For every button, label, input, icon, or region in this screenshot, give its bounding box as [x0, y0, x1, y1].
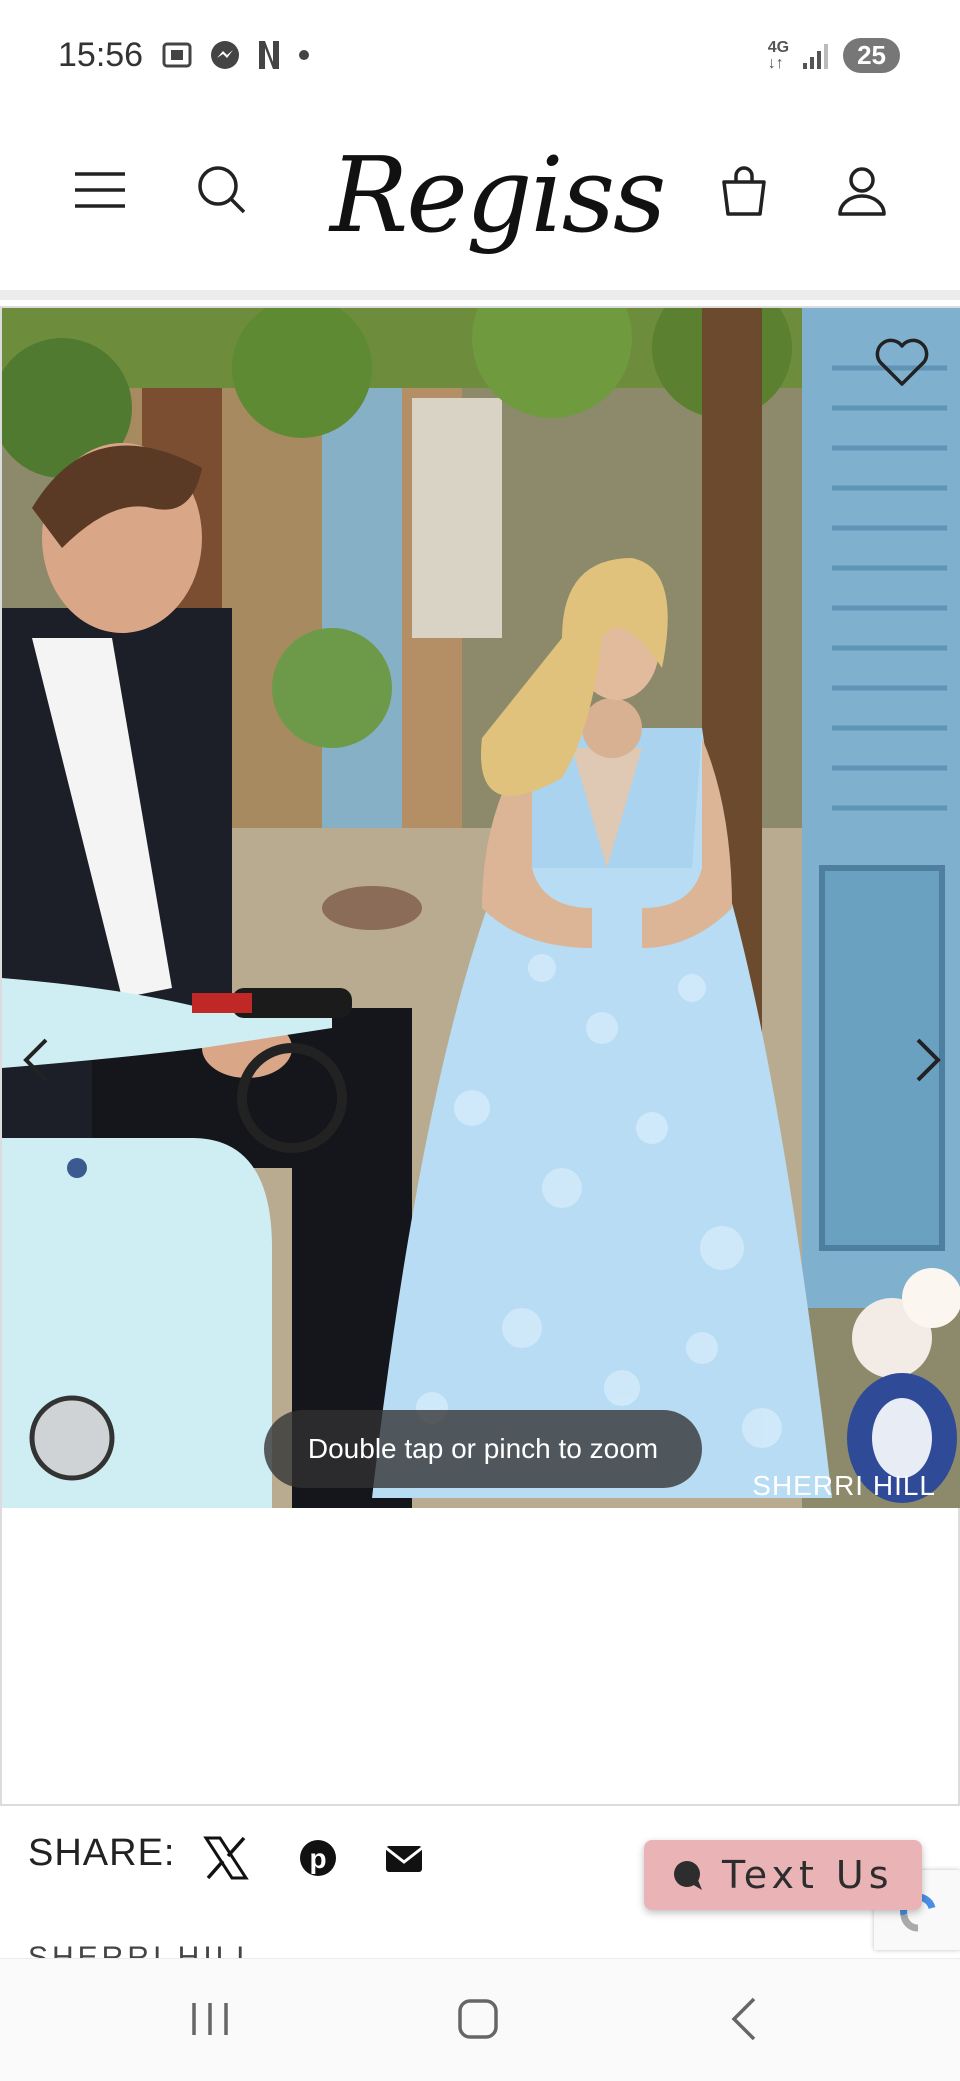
- recent-apps-icon[interactable]: [180, 1989, 240, 2049]
- wishlist-heart-icon[interactable]: [872, 332, 932, 392]
- text-us-button[interactable]: Text Us: [644, 1840, 922, 1910]
- brand-watermark: SHERRI HILL: [752, 1470, 936, 1501]
- text-us-label: Text Us: [722, 1853, 894, 1897]
- status-time: 15:56: [58, 36, 144, 74]
- dot-icon: [299, 50, 309, 60]
- signal-icon: [803, 43, 829, 69]
- chat-bubble-icon: [674, 1861, 702, 1890]
- email-icon[interactable]: [376, 1830, 432, 1886]
- shopping-bag-icon[interactable]: [714, 160, 774, 220]
- menu-icon[interactable]: [70, 160, 130, 220]
- share-label: SHARE:: [28, 1832, 176, 1874]
- x-twitter-icon[interactable]: [198, 1830, 254, 1886]
- share-section: SHARE: p Text Us SHERRI HILL: [0, 1808, 960, 1960]
- messenger-icon: [211, 41, 239, 69]
- zoom-hint-toast: Double tap or pinch to zoom: [264, 1410, 702, 1488]
- svg-text:p: p: [309, 1843, 326, 1874]
- logo-text: Regiss: [330, 134, 666, 256]
- site-header: Regiss: [0, 110, 960, 290]
- brand-name-heading: SHERRI HILL: [28, 1941, 258, 1960]
- network-type: 4G ↓↑: [767, 38, 790, 72]
- system-navigation-bar: [0, 1958, 960, 2081]
- status-bar: 15:56 4G ↓↑ 25: [0, 0, 960, 110]
- status-right-icons: 4G ↓↑ 25: [768, 38, 900, 73]
- site-logo[interactable]: Regiss: [330, 120, 666, 270]
- search-icon[interactable]: [192, 160, 252, 220]
- pinterest-icon[interactable]: p: [290, 1830, 346, 1886]
- back-icon[interactable]: [716, 1989, 776, 2049]
- product-gallery[interactable]: SHERRI HILL Double tap or pinch to zoom: [0, 306, 960, 1806]
- product-photo[interactable]: [2, 308, 960, 1508]
- chevron-left-icon[interactable]: [16, 1030, 56, 1090]
- home-icon[interactable]: [448, 1989, 508, 2049]
- status-notification-icons: [160, 38, 312, 72]
- chevron-right-icon[interactable]: [908, 1030, 948, 1090]
- header-divider: [0, 290, 960, 300]
- battery-indicator: 25: [843, 38, 900, 73]
- netflix-icon: [259, 41, 279, 69]
- account-icon[interactable]: [832, 160, 892, 220]
- screenshot-icon: [162, 42, 192, 68]
